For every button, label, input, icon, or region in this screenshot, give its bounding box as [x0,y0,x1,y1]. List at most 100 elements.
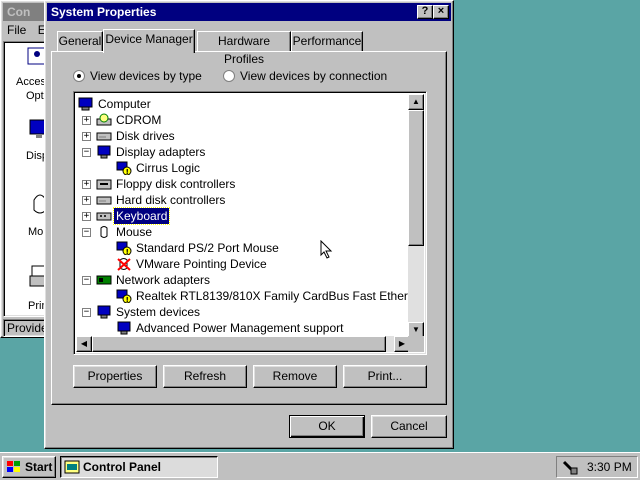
tree-item-label[interactable]: Cirrus Logic [134,160,202,176]
remove-button[interactable]: Remove [253,365,337,388]
tree-row[interactable]: ! Standard PS/2 Port Mouse [76,240,410,256]
menu-file[interactable]: File [7,23,26,37]
tree-item-label[interactable]: Realtek RTL8139/810X Family CardBus Fast… [134,288,410,304]
tree-item-label[interactable]: Network adapters [114,272,212,288]
warning-device-icon: ! [116,161,132,175]
collapse-icon[interactable]: − [82,276,91,285]
tree-row[interactable]: ! Realtek RTL8139/810X Family CardBus Fas… [76,288,410,304]
dialog-title: System Properties [51,5,157,19]
tree-item-label[interactable]: Mouse [114,224,154,240]
tree-row[interactable]: − Display adapters [76,144,410,160]
refresh-button[interactable]: Refresh [163,365,247,388]
vertical-scroll-thumb[interactable] [408,110,424,246]
control-panel-title: Con [7,5,31,19]
expand-icon[interactable]: + [82,116,91,125]
disabled-device-icon [117,258,131,271]
svg-text:!: ! [126,248,129,255]
tree-item-label[interactable]: Standard PS/2 Port Mouse [134,240,281,256]
dialog-titlebar[interactable]: System Properties ? × [47,3,451,21]
computer-icon [78,97,93,111]
warning-device-icon: ! [116,241,132,255]
help-button[interactable]: ? [417,5,433,19]
tree-row[interactable]: + Disk drives [76,128,410,144]
network-icon [96,275,112,285]
tree-item-label[interactable]: Floppy disk controllers [114,176,237,192]
horizontal-scroll-thumb[interactable] [92,336,386,352]
close-button[interactable]: × [433,5,449,19]
control-panel-status: Provides [3,319,49,337]
monitor-icon [117,321,131,335]
scroll-up-arrow-icon[interactable]: ▲ [408,94,424,110]
tree-row[interactable]: + CDROM [76,112,410,128]
start-label: Start [25,460,53,474]
monitor-icon [97,305,111,319]
tree-row[interactable]: − Network adapters [76,272,410,288]
windows-logo-icon [7,461,20,472]
taskbar: Start Control Panel 3:30 PM [0,452,640,480]
tree-item-label[interactable]: Disk drives [114,128,177,144]
tree-item-label[interactable]: VMware Pointing Device [134,256,269,272]
taskbar-item-label: Control Panel [83,460,162,474]
tree-row[interactable]: − Mouse [76,224,410,240]
tree-item-label[interactable]: Keyboard [112,207,171,225]
radio-unselected-icon[interactable] [223,70,235,82]
collapse-icon[interactable]: − [82,228,91,237]
icon-label-mouse[interactable]: Mo [28,226,43,238]
radio-view-by-type[interactable]: View devices by type [73,69,202,83]
tree-row[interactable]: ! Cirrus Logic [76,160,410,176]
collapse-icon[interactable]: − [82,148,91,157]
icon-label-accessibility[interactable]: Acces [16,76,46,88]
print-button[interactable]: Print... [343,365,427,388]
expand-icon[interactable]: + [82,180,91,189]
vertical-scrollbar[interactable]: ▲ ▼ [408,94,424,338]
warning-device-icon: ! [116,289,132,303]
tray-pc-card-icon[interactable] [561,459,579,475]
tree-row[interactable]: + Floppy disk controllers [76,176,410,192]
system-properties-dialog[interactable]: System Properties ? × General Device Man… [44,0,454,449]
disk-icon [96,132,112,141]
svg-text:!: ! [126,168,129,175]
svg-text:!: ! [126,296,129,303]
tab-device-manager[interactable]: Device Manager [103,29,195,53]
properties-button[interactable]: Properties [73,365,157,388]
control-panel-icon-area: Acces Optio Disp Mo Prin [3,41,49,317]
radio-selected-icon[interactable] [73,70,85,82]
tree-row[interactable]: Advanced Power Management support [76,320,410,336]
start-button[interactable]: Start [2,456,56,478]
device-tree[interactable]: Computer + CDROM + Disk drives − Display adapt… [73,91,427,355]
tree-row[interactable]: Computer [76,96,410,112]
control-panel-menubar: File E [7,23,46,37]
tree-item-label[interactable]: Computer [96,96,153,112]
tree-item-label[interactable]: CDROM [114,112,163,128]
tree-item-label[interactable]: Hard disk controllers [114,192,227,208]
expand-icon[interactable]: + [82,212,91,221]
taskbar-item-control-panel[interactable]: Control Panel [60,456,218,478]
control-panel-window[interactable]: Con File E Acces Optio Disp Mo Prin Prov… [0,0,50,338]
tree-row[interactable]: + Keyboard [76,207,410,225]
clock[interactable]: 3:30 PM [587,457,632,477]
tree-row[interactable]: VMware Pointing Device [76,256,410,272]
tree-row[interactable]: + Hard disk controllers [76,192,410,208]
device-tree-list: Computer + CDROM + Disk drives − Display adapt… [76,94,410,338]
expand-icon[interactable]: + [82,132,91,141]
control-panel-icon [64,460,80,474]
tree-row[interactable]: − System devices [76,304,410,320]
tree-item-label[interactable]: System devices [114,304,202,320]
tree-item-label[interactable]: Display adapters [114,144,207,160]
horizontal-scrollbar[interactable]: ◀ ▶ [76,336,410,352]
control-panel-titlebar[interactable]: Con [3,3,49,21]
tree-item-label[interactable]: Advanced Power Management support [134,320,345,336]
disk-icon [96,196,112,205]
close-icon: × [437,5,445,17]
tab-general[interactable]: General [57,31,103,51]
tab-hardware-profiles[interactable]: Hardware Profiles [197,31,291,66]
cancel-button[interactable]: Cancel [371,415,447,438]
radio-view-by-connection[interactable]: View devices by connection [223,69,387,83]
scroll-left-arrow-icon[interactable]: ◀ [76,336,92,352]
monitor-icon [97,145,111,159]
ok-button[interactable]: OK [289,415,365,438]
scroll-corner [408,336,424,352]
expand-icon[interactable]: + [82,196,91,205]
collapse-icon[interactable]: − [82,308,91,317]
tab-performance[interactable]: Performance [291,31,363,51]
